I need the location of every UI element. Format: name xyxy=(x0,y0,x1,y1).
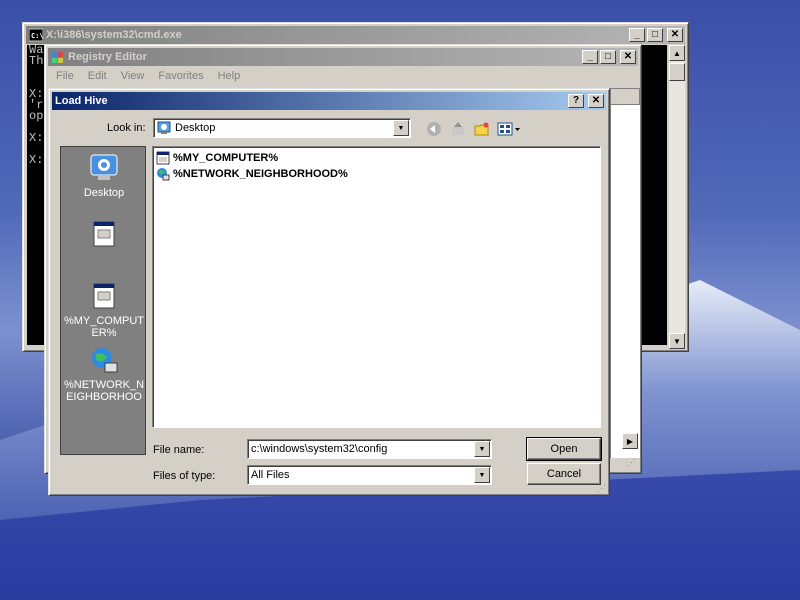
minimize-button[interactable]: _ xyxy=(582,50,598,64)
place-network-neighborhood[interactable]: %NETWORK_NEIGHBORHOOD% xyxy=(61,345,147,403)
cancel-button[interactable]: Cancel xyxy=(527,463,601,485)
places-bar: Desktop %MY_COMPUTER% %NETWORK_NEIGHBORH… xyxy=(60,146,146,455)
menu-view[interactable]: View xyxy=(114,70,152,82)
look-in-text: Look in: xyxy=(107,122,146,134)
open-button[interactable]: Open xyxy=(526,437,602,461)
document-window-icon xyxy=(89,219,119,249)
resize-grip[interactable]: ⋰ xyxy=(627,457,639,469)
list-item[interactable]: %MY_COMPUTER% xyxy=(156,151,278,165)
dialog-titlebar[interactable]: Load Hive ? ✕ xyxy=(52,92,606,110)
document-window-icon xyxy=(156,151,170,165)
place-label: Desktop xyxy=(83,187,125,199)
place-label: %NETWORK_NEIGHBORHOOD% xyxy=(63,379,145,403)
file-name: %NETWORK_NEIGHBORHOOD% xyxy=(173,168,348,180)
close-button[interactable]: ✕ xyxy=(667,28,683,42)
svg-text:C:\: C:\ xyxy=(31,32,43,40)
file-name: %MY_COMPUTER% xyxy=(173,152,279,164)
look-in-combo[interactable]: Desktop ▼ xyxy=(153,118,411,138)
up-folder-icon[interactable] xyxy=(449,120,467,138)
place-label: %MY_COMPUTER% xyxy=(63,315,145,339)
document-window-icon xyxy=(89,281,119,311)
file-name-label: File name: xyxy=(153,444,205,456)
regedit-titlebar[interactable]: Registry Editor _ □ ✕ xyxy=(48,48,638,66)
regedit-menubar: File Edit View Favorites Help xyxy=(49,67,247,85)
menu-favorites[interactable]: Favorites xyxy=(151,70,210,82)
place-item[interactable] xyxy=(61,219,147,253)
regedit-values-pane[interactable] xyxy=(610,88,640,458)
open-button-label: Open xyxy=(550,443,578,455)
desktop-icon xyxy=(89,153,119,183)
cmd-vertical-scrollbar[interactable]: ▲ ▼ xyxy=(669,45,685,349)
file-name-input[interactable]: c:\windows\system32\config ▼ xyxy=(247,439,492,459)
back-icon[interactable] xyxy=(425,120,443,138)
dialog-title: Load Hive xyxy=(55,95,108,107)
look-in-value: Desktop xyxy=(175,122,216,134)
close-button[interactable]: ✕ xyxy=(588,94,604,108)
chevron-down-icon[interactable]: ▼ xyxy=(474,467,490,483)
close-button[interactable]: ✕ xyxy=(620,50,636,64)
console-icon: C:\ xyxy=(28,28,44,42)
look-in-label: Look in: xyxy=(107,122,146,134)
file-type-value: All Files xyxy=(251,469,290,481)
file-type-select[interactable]: All Files ▼ xyxy=(247,465,492,485)
chevron-down-icon[interactable]: ▼ xyxy=(393,120,409,136)
scroll-right-button[interactable]: ▶ xyxy=(622,433,638,449)
cancel-button-label: Cancel xyxy=(546,468,582,480)
cmd-title: X:\i386\system32\cmd.exe xyxy=(46,29,182,41)
file-type-label: Files of type: xyxy=(153,470,216,482)
network-globe-icon xyxy=(89,345,119,375)
resize-grip[interactable]: ⋰ xyxy=(597,483,609,495)
scroll-down-button[interactable]: ▼ xyxy=(669,333,685,349)
load-hive-dialog[interactable]: Load Hive ? ✕ Look in: Desktop ▼ Desktop xyxy=(48,88,610,496)
view-menu-icon[interactable] xyxy=(497,120,521,138)
regedit-column-header[interactable] xyxy=(610,88,640,105)
menu-edit[interactable]: Edit xyxy=(81,70,114,82)
file-list[interactable]: %MY_COMPUTER% %NETWORK_NEIGHBORHOOD% xyxy=(152,146,601,428)
network-globe-icon xyxy=(156,167,170,181)
menu-file[interactable]: File xyxy=(49,70,81,82)
registry-icon xyxy=(51,50,65,64)
list-item[interactable]: %NETWORK_NEIGHBORHOOD% xyxy=(156,167,348,181)
new-folder-icon[interactable] xyxy=(473,120,491,138)
menu-help[interactable]: Help xyxy=(211,70,248,82)
place-my-computer[interactable]: %MY_COMPUTER% xyxy=(61,281,147,339)
file-name-value: c:\windows\system32\config xyxy=(251,443,388,455)
maximize-button[interactable]: □ xyxy=(600,50,616,64)
chevron-down-icon[interactable]: ▼ xyxy=(474,441,490,457)
maximize-button[interactable]: □ xyxy=(647,28,663,42)
desktop-icon xyxy=(157,121,171,135)
help-button[interactable]: ? xyxy=(568,94,584,108)
minimize-button[interactable]: _ xyxy=(629,28,645,42)
regedit-title: Registry Editor xyxy=(68,51,147,63)
cmd-titlebar[interactable]: C:\ X:\i386\system32\cmd.exe _ □ ✕ xyxy=(26,26,685,44)
scroll-up-button[interactable]: ▲ xyxy=(669,45,685,61)
place-desktop[interactable]: Desktop xyxy=(61,153,147,199)
scroll-thumb[interactable] xyxy=(669,63,685,81)
